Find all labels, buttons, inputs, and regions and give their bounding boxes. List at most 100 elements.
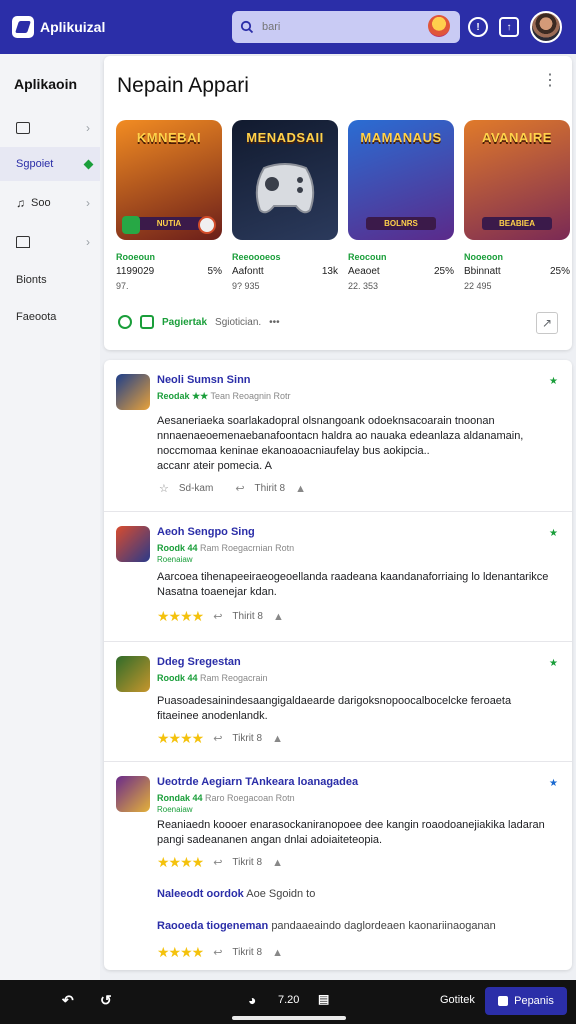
- reply-author[interactable]: Raooeda tiogeneman: [157, 920, 268, 932]
- gamepad-icon: [255, 163, 315, 214]
- thumbs-up-icon[interactable]: ▲: [273, 611, 284, 623]
- app-developer: Rooeoun: [116, 252, 155, 262]
- sidebar-item-music[interactable]: ♫ Soo ›: [0, 186, 100, 220]
- sidebar-item-store[interactable]: ›: [0, 225, 100, 259]
- app-card[interactable]: KMNEBAI NUTIA Rooeoun 1199029 5% 97.: [116, 120, 222, 291]
- app-meta: 22 495: [464, 281, 492, 291]
- share-icon[interactable]: ↑: [499, 17, 519, 37]
- reply-icon[interactable]: ↩: [213, 856, 222, 869]
- sidebar-item-faeoota[interactable]: Faeoota: [0, 300, 100, 334]
- chat-icon[interactable]: [118, 315, 132, 329]
- thumbs-up-icon[interactable]: ▲: [272, 947, 283, 959]
- review-meta: Roodk 44 Ram Roegacrnian Rotn: [157, 543, 295, 553]
- review-action-label[interactable]: Tikrit 8: [232, 733, 262, 744]
- review-meta: Roodk 44 Ram Reogacrain: [157, 673, 268, 683]
- sidebar-item-label: Bionts: [16, 274, 47, 286]
- app-developer: Reocoun: [348, 252, 387, 262]
- library-icon[interactable]: ▤: [318, 992, 329, 1006]
- store-icon: [16, 236, 30, 248]
- clock-icon[interactable]: ◕: [248, 992, 256, 1008]
- search-icon: [240, 20, 254, 34]
- app-card[interactable]: MENADSAII Reeoooeos Aafontt 13k 9? 935: [232, 120, 338, 291]
- home-indicator[interactable]: [232, 1016, 346, 1020]
- app-icon[interactable]: [116, 656, 150, 692]
- expand-icon[interactable]: ↗: [536, 312, 558, 334]
- reply-icon[interactable]: ↩: [213, 946, 222, 959]
- review-text: Puasoadesainindesaangigaldaearde darigok…: [157, 695, 512, 722]
- app-icon[interactable]: [116, 776, 150, 812]
- app-name: Aeaoet: [348, 266, 380, 277]
- app-size: 13k: [321, 266, 338, 277]
- app-developer: Nooeoon: [464, 252, 503, 262]
- thumbs-up-icon[interactable]: ▲: [272, 733, 283, 745]
- hero-footer-label[interactable]: Pagiertak: [162, 317, 207, 328]
- favorite-icon[interactable]: ★: [549, 528, 558, 539]
- logo-icon: [12, 16, 34, 38]
- thumbs-up-icon[interactable]: ▲: [272, 857, 283, 869]
- app-icon[interactable]: [116, 526, 150, 562]
- sidebar-item-documents[interactable]: ›: [0, 111, 100, 145]
- sidebar-item-bionts[interactable]: Bionts: [0, 263, 100, 297]
- app-thumbnail[interactable]: MAMANAUS BOLNRS: [348, 120, 454, 240]
- more-options-icon[interactable]: ⋮: [542, 73, 558, 89]
- reviewer-name[interactable]: Neoli Sumsn Sinn: [157, 374, 251, 386]
- app-icon[interactable]: [116, 374, 150, 410]
- reply-icon[interactable]: ↩: [213, 610, 222, 623]
- star-outline-icon[interactable]: ☆: [159, 482, 169, 495]
- main-content: Nepain Appari ⋮ KMNEBAI NUTIA Rooeoun 11…: [104, 56, 572, 970]
- back-icon[interactable]: ↶: [62, 992, 74, 1009]
- reviewer-name[interactable]: Ddeg Sregestan: [157, 656, 241, 668]
- review-item: Neoli Sumsn Sinn ★ Reodak ★★ Tean Reoagn…: [104, 360, 572, 512]
- app-thumbnail[interactable]: AVANAIRE BEABIEA: [464, 120, 570, 240]
- app-thumbnail[interactable]: MENADSAII: [232, 120, 338, 240]
- user-avatar[interactable]: [530, 11, 562, 43]
- app-thumbnail[interactable]: KMNEBAI NUTIA: [116, 120, 222, 240]
- app-logo[interactable]: Aplikuizal: [12, 16, 105, 38]
- app-name: 1199029: [116, 266, 155, 277]
- favorite-icon[interactable]: ★: [549, 778, 558, 789]
- favorite-icon[interactable]: ★: [549, 376, 558, 387]
- review-action-label[interactable]: Thirit 8: [232, 611, 263, 622]
- review-item: Ueotrde Aegiarn TAnkeara loanagadea ★ Ro…: [104, 762, 572, 970]
- review-action-label[interactable]: Tikrit 8: [232, 947, 262, 958]
- top-bar: Aplikuizal ! ↑: [0, 0, 576, 54]
- app-size: 25%: [549, 266, 570, 277]
- app-thumbnail-subtitle: BOLNRS: [366, 217, 436, 230]
- app-name: Aafontt: [232, 266, 264, 277]
- reviewer-name[interactable]: Ueotrde Aegiarn TAnkeara loanagadea: [157, 776, 358, 788]
- review-action-label[interactable]: Tikrit 8: [232, 857, 262, 868]
- thumbs-up-icon[interactable]: ▲: [295, 483, 306, 495]
- reply-author[interactable]: Naleeodt oordok: [157, 888, 244, 900]
- review-action-label[interactable]: Sd-kam: [179, 483, 213, 494]
- primary-action-button[interactable]: Pepanis: [485, 987, 567, 1015]
- review-text: Reaniaedn koooer enarasockaniranopoee de…: [157, 819, 545, 846]
- bottom-right-label[interactable]: Gotitek: [440, 994, 475, 1006]
- favorite-icon[interactable]: ★: [549, 658, 558, 669]
- search-bar[interactable]: [232, 11, 460, 43]
- review-tag: Roenaiaw: [157, 805, 193, 814]
- sidebar-item-active[interactable]: Sgpoiet: [0, 147, 100, 181]
- review-action-label[interactable]: Thirit 8: [255, 483, 286, 494]
- search-input[interactable]: [262, 21, 412, 33]
- document-icon: [16, 122, 30, 134]
- review-tag: Roenaiaw: [157, 555, 193, 564]
- sidebar-title: Aplikaoin: [14, 76, 78, 92]
- undo-icon[interactable]: ↺: [100, 992, 112, 1009]
- app-card[interactable]: MAMANAUS BOLNRS Reocoun Aeaoet 25% 22. 35…: [348, 120, 454, 291]
- reply-text: pandaaeaindo daglordeaen kaonariinaogana…: [271, 920, 496, 932]
- info-icon[interactable]: !: [468, 17, 488, 37]
- reply-icon[interactable]: ↩: [213, 732, 222, 745]
- bottom-bar: ↶ ↺ ◕ 7.20 ▤ Gotitek Pepanis: [0, 980, 576, 1024]
- app-thumbnail-title: MENADSAII: [246, 130, 324, 145]
- tablet-icon[interactable]: [140, 315, 154, 329]
- reply-icon[interactable]: ↩: [235, 482, 244, 495]
- reviewer-name[interactable]: Aeoh Sengpo Sing: [157, 526, 255, 538]
- assistant-mascot-icon[interactable]: [428, 15, 450, 37]
- review-actions: ★★★★ ↩ Thirit 8 ▲: [157, 608, 284, 625]
- app-meta: 22. 353: [348, 281, 379, 291]
- section-title: Nepain Appari: [117, 74, 249, 97]
- featured-apps-card: Nepain Appari ⋮ KMNEBAI NUTIA Rooeoun 11…: [104, 56, 572, 350]
- app-card[interactable]: AVANAIRE BEABIEA Nooeoon Bbinnatt 25% 22 …: [464, 120, 570, 291]
- square-icon: [498, 996, 509, 1006]
- hero-footer-sub: Sgiotician.: [215, 316, 262, 328]
